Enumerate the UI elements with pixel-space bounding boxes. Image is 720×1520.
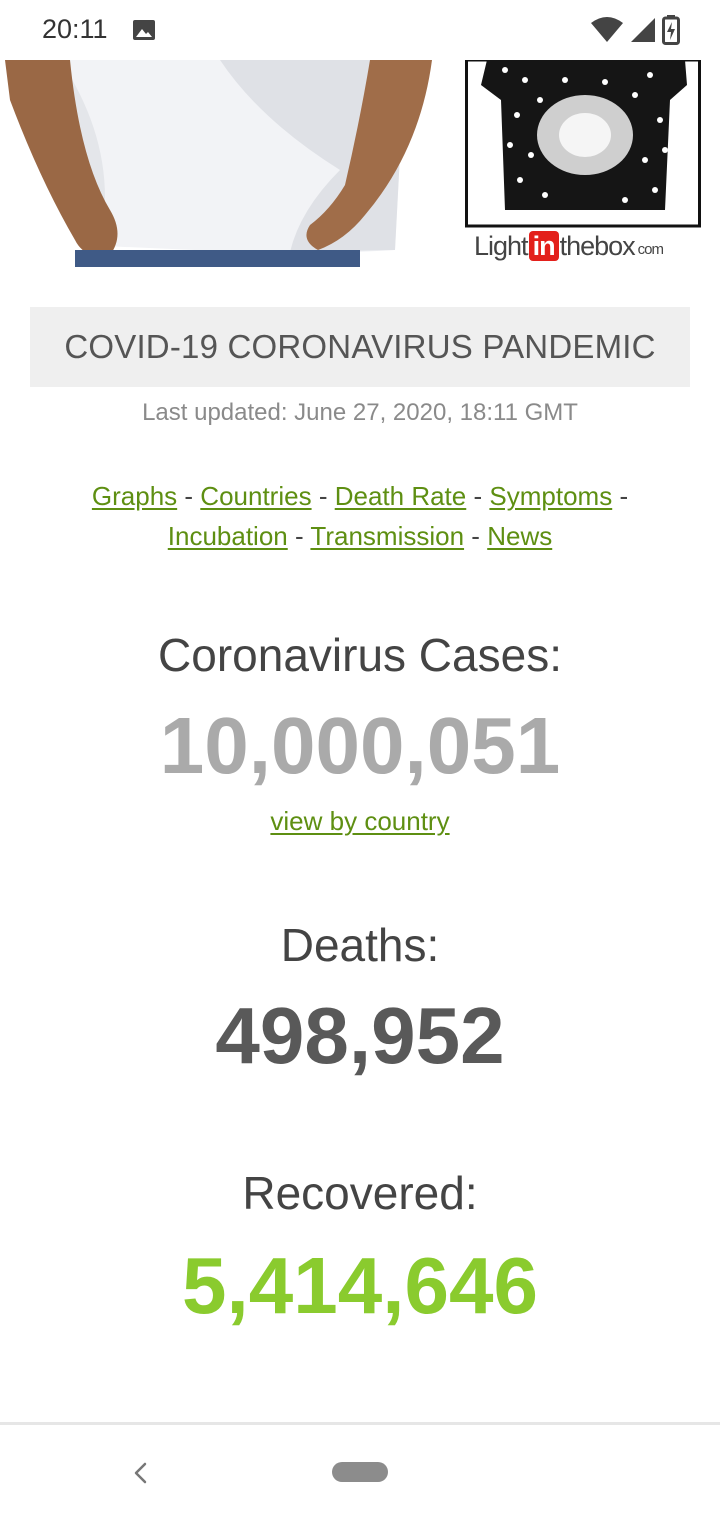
nav-link-incubation[interactable]: Incubation: [168, 521, 288, 551]
ad-banner[interactable]: Light in thebox com: [0, 60, 720, 270]
last-updated: Last updated: June 27, 2020, 18:11 GMT: [142, 399, 578, 426]
brand-text-thebox: thebox: [559, 230, 636, 261]
nav-link-symptoms[interactable]: Symptoms: [489, 481, 612, 511]
brand-text-light: Light: [474, 230, 529, 261]
chevron-left-icon: [134, 1462, 147, 1484]
nav-separator: -: [318, 481, 328, 511]
battery-charging-icon: [662, 15, 680, 45]
cases-label: Coronavirus Cases:: [158, 629, 562, 681]
system-nav-bar: [0, 1425, 720, 1520]
nav-separator: -: [619, 481, 629, 511]
page-title: COVID-19 CORONAVIRUS PANDEMIC: [64, 328, 656, 365]
brand-text-com: com: [637, 240, 664, 258]
cases-count: 10,000,051: [159, 701, 561, 790]
home-pill-button[interactable]: [332, 1462, 388, 1482]
back-button[interactable]: [122, 1455, 158, 1491]
deaths-count: 498,952: [215, 991, 505, 1080]
status-icons: [590, 14, 680, 46]
nav-separator: -: [184, 481, 194, 511]
section-nav: Graphs - Countries - Death Rate - Sympto…: [20, 476, 700, 556]
view-by-country-row: view by country: [0, 806, 720, 837]
nav-separator: -: [473, 481, 483, 511]
wifi-icon: [591, 17, 623, 42]
image-icon: [133, 20, 155, 40]
brand-text-in: in: [528, 231, 559, 261]
recovered-label: Recovered:: [242, 1167, 478, 1219]
signal-icon: [631, 18, 655, 42]
ad-brand-logo[interactable]: Light in thebox com: [474, 228, 704, 264]
nav-link-news[interactable]: News: [487, 521, 552, 551]
view-by-country-link[interactable]: view by country: [270, 806, 449, 836]
nav-separator: -: [471, 521, 480, 551]
nav-link-graphs[interactable]: Graphs: [92, 481, 177, 511]
nav-link-countries[interactable]: Countries: [200, 481, 311, 511]
status-time: 20:11: [42, 14, 108, 44]
nav-link-death-rate[interactable]: Death Rate: [335, 481, 467, 511]
deaths-label: Deaths:: [280, 919, 440, 971]
status-bar: 20:11: [0, 0, 720, 60]
page-title-box: COVID-19 CORONAVIRUS PANDEMIC: [30, 307, 690, 387]
ad-patterned-tee-image[interactable]: [465, 60, 701, 228]
nav-separator: -: [294, 521, 304, 551]
ad-tshirt-model-image[interactable]: [0, 60, 440, 267]
nav-link-transmission[interactable]: Transmission: [310, 521, 464, 551]
recovered-count: 5,414,646: [182, 1241, 538, 1330]
